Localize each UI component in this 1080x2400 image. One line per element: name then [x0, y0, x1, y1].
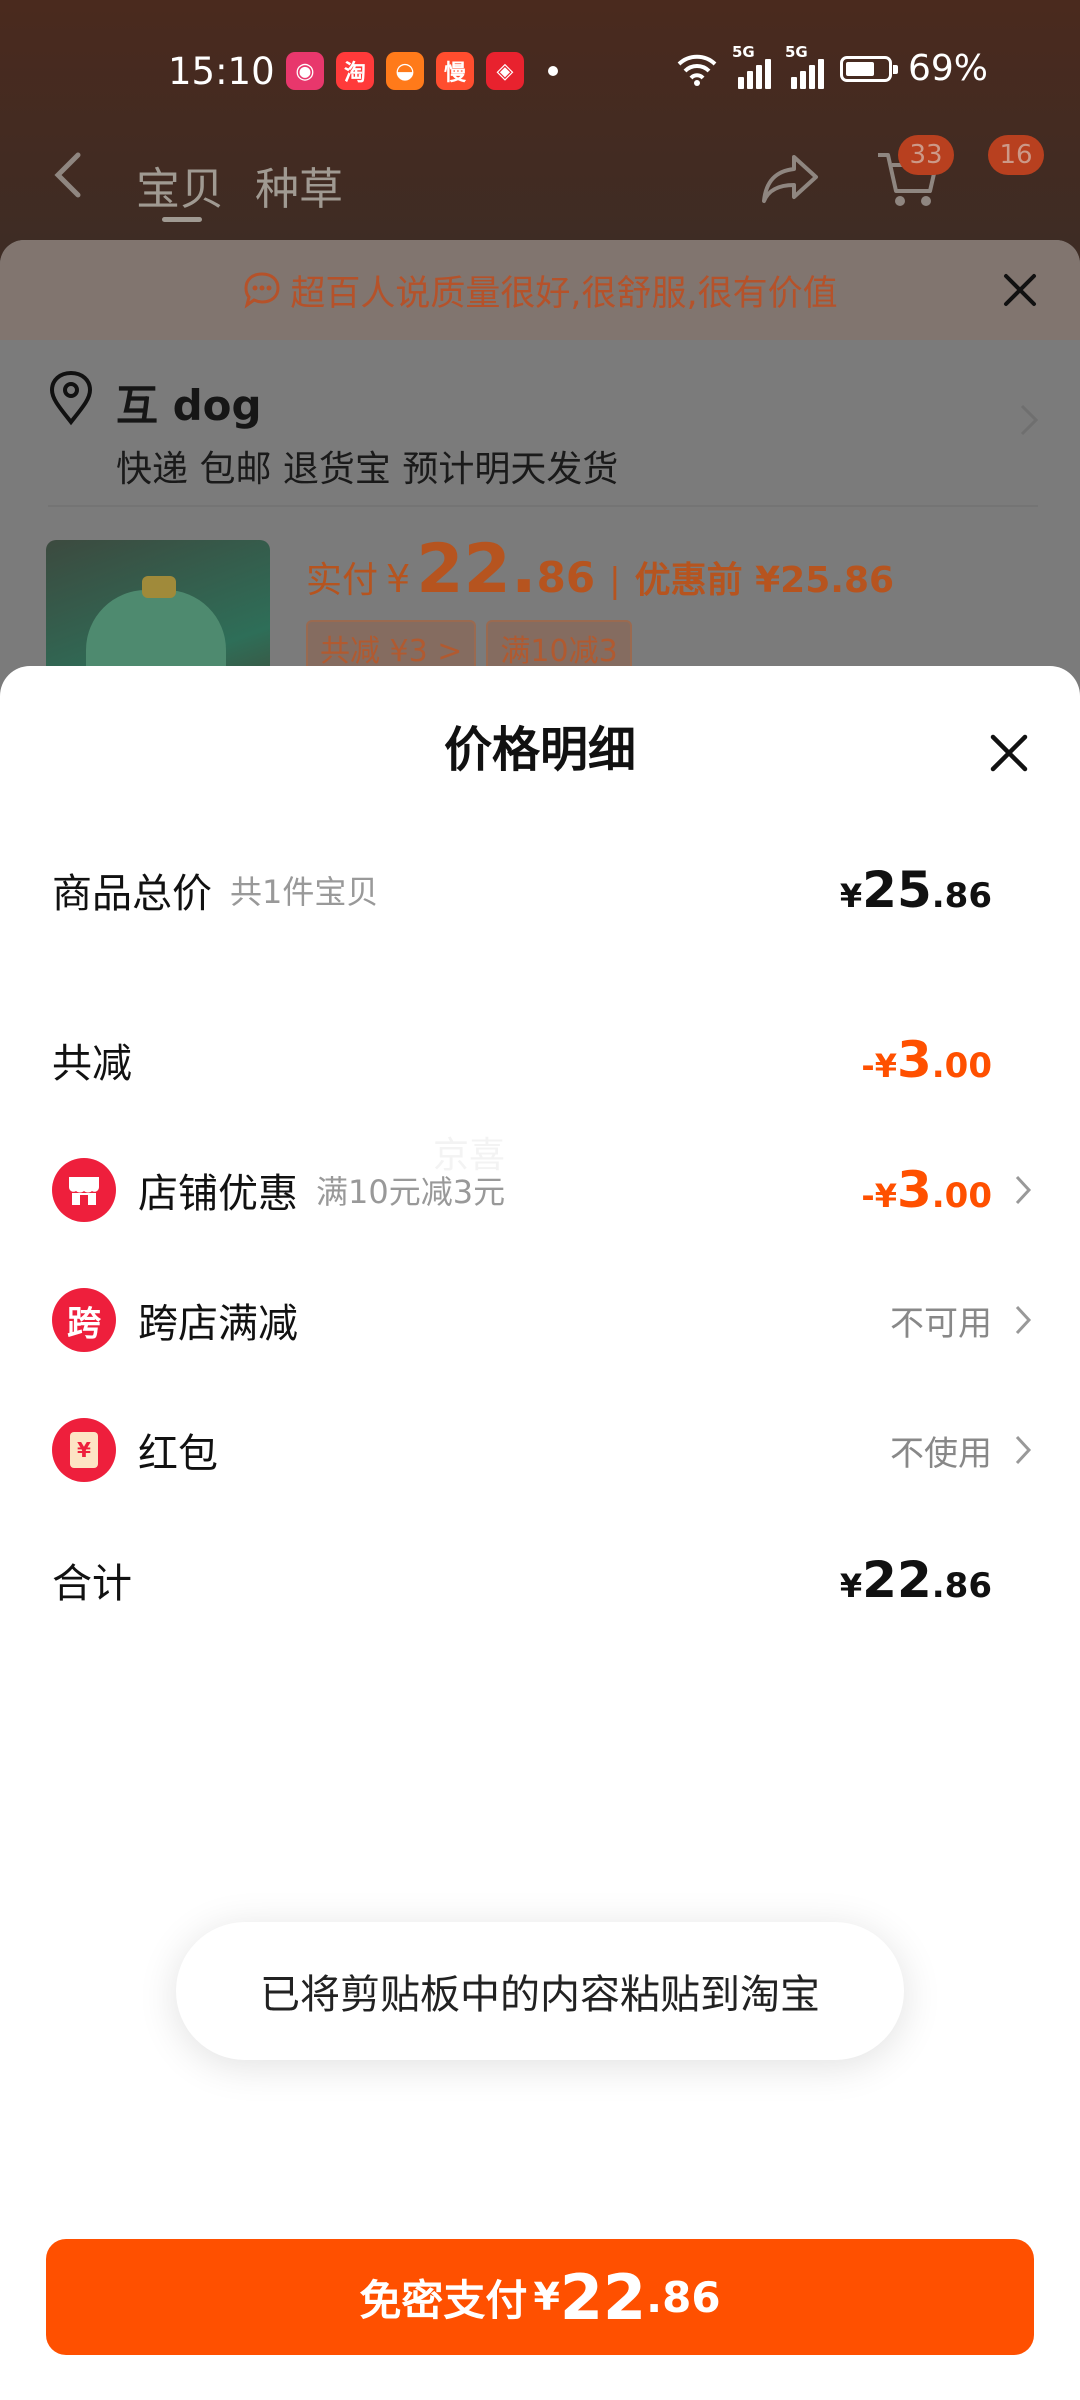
row-red-packet[interactable]: ¥ 红包 不使用: [52, 1410, 1032, 1490]
battery-icon: [840, 55, 898, 82]
red-packet-icon: ¥: [52, 1418, 116, 1482]
row-sum: 合计 ¥ 22 .86: [52, 1551, 992, 1609]
watermark-text: 京喜: [433, 1135, 506, 1176]
price-detail-modal: 价格明细 商品总价 共1件宝贝 ¥ 25 .86 共减 -¥ 3 .00 店铺优…: [0, 666, 1080, 2400]
password-free-pay-button[interactable]: 免密支付 ¥ 22 .86: [46, 2239, 1034, 2355]
cross-store-icon: 跨: [52, 1288, 116, 1352]
status-indicators: 5G 5G 69%: [676, 43, 989, 89]
app-3-icon: ◒: [386, 52, 424, 90]
delivery-info: 快递 包邮 退货宝 预计明天发货: [116, 449, 619, 490]
tab-underline: [162, 217, 202, 222]
sum-amount: ¥ 22 .86: [839, 1551, 992, 1609]
row-shop-discount[interactable]: 店铺优惠 满10元减3元 -¥ 3 .00: [52, 1150, 1032, 1230]
row-total-price: 商品总价 共1件宝贝 ¥ 25 .86: [52, 861, 992, 919]
price-before-discount: 优惠前 ¥25.86: [634, 560, 895, 601]
divider: [48, 505, 1038, 507]
chevron-right-icon: [1015, 1175, 1032, 1205]
address-name[interactable]: 互 dog: [116, 372, 262, 433]
status-bar: 15:10 ◉ 淘 ◒ 慢 ◈ 5G 5G 69%: [0, 0, 1080, 120]
message-badge: 16: [988, 135, 1044, 175]
toast-text: 已将剪贴板中的内容粘贴到淘宝: [260, 1972, 820, 2018]
signal-icon-2: 5G: [785, 43, 824, 89]
chevron-right-icon: [1015, 1435, 1032, 1465]
top-nav: 宝贝 种草 33 16: [0, 135, 1080, 235]
chat-bubble-icon: [244, 272, 280, 309]
review-tip-text: 超百人说质量很好,很舒服,很有价值: [290, 273, 838, 314]
tab-baobei[interactable]: 宝贝: [136, 153, 224, 217]
total-discount-amount: -¥ 3 .00: [861, 1031, 992, 1089]
tab-zhongcao[interactable]: 种草: [255, 153, 343, 217]
taobao-app-icon: 淘: [336, 52, 374, 90]
red-packet-status: 不使用: [890, 1433, 992, 1474]
location-pin-icon: [49, 370, 93, 426]
chevron-right-icon[interactable]: [1018, 402, 1040, 438]
cross-store-status: 不可用: [890, 1303, 992, 1344]
total-price-amount: ¥ 25 .86: [839, 861, 992, 919]
signal-icon-1: 5G: [732, 43, 771, 89]
wifi-icon: [677, 54, 717, 86]
shop-discount-amount: -¥ 3 .00: [861, 1161, 992, 1219]
clipboard-toast: 已将剪贴板中的内容粘贴到淘宝: [176, 1922, 904, 2060]
shop-icon: [52, 1158, 116, 1222]
row-total-discount: 共减 -¥ 3 .00: [52, 1031, 992, 1089]
row-cross-store-discount[interactable]: 跨 跨店满减 不可用: [52, 1280, 1032, 1360]
modal-title: 价格明细: [443, 722, 636, 778]
chevron-right-icon: [1015, 1305, 1032, 1335]
notification-app-icons: ◉ 淘 ◒ 慢 ◈: [286, 52, 558, 90]
app-1-icon: ◉: [286, 52, 324, 90]
close-icon[interactable]: [988, 732, 1030, 774]
status-time: 15:10: [168, 50, 275, 93]
cart-badge: 33: [898, 135, 954, 175]
item-count: 共1件宝贝: [230, 873, 379, 911]
battery-percent: 69%: [908, 48, 989, 89]
actual-pay-summary: 实付 ¥ 22. 86 | 优惠前 ¥25.86: [306, 530, 895, 609]
notification-dot: [548, 66, 558, 76]
app-5-icon: ◈: [486, 52, 524, 90]
back-arrow-icon[interactable]: [48, 147, 88, 203]
share-icon[interactable]: [760, 149, 820, 205]
review-tip-bar: 超百人说质量很好,很舒服,很有价值: [0, 240, 1080, 340]
close-tip-icon[interactable]: [1000, 270, 1040, 310]
app-4-icon: 慢: [436, 52, 474, 90]
